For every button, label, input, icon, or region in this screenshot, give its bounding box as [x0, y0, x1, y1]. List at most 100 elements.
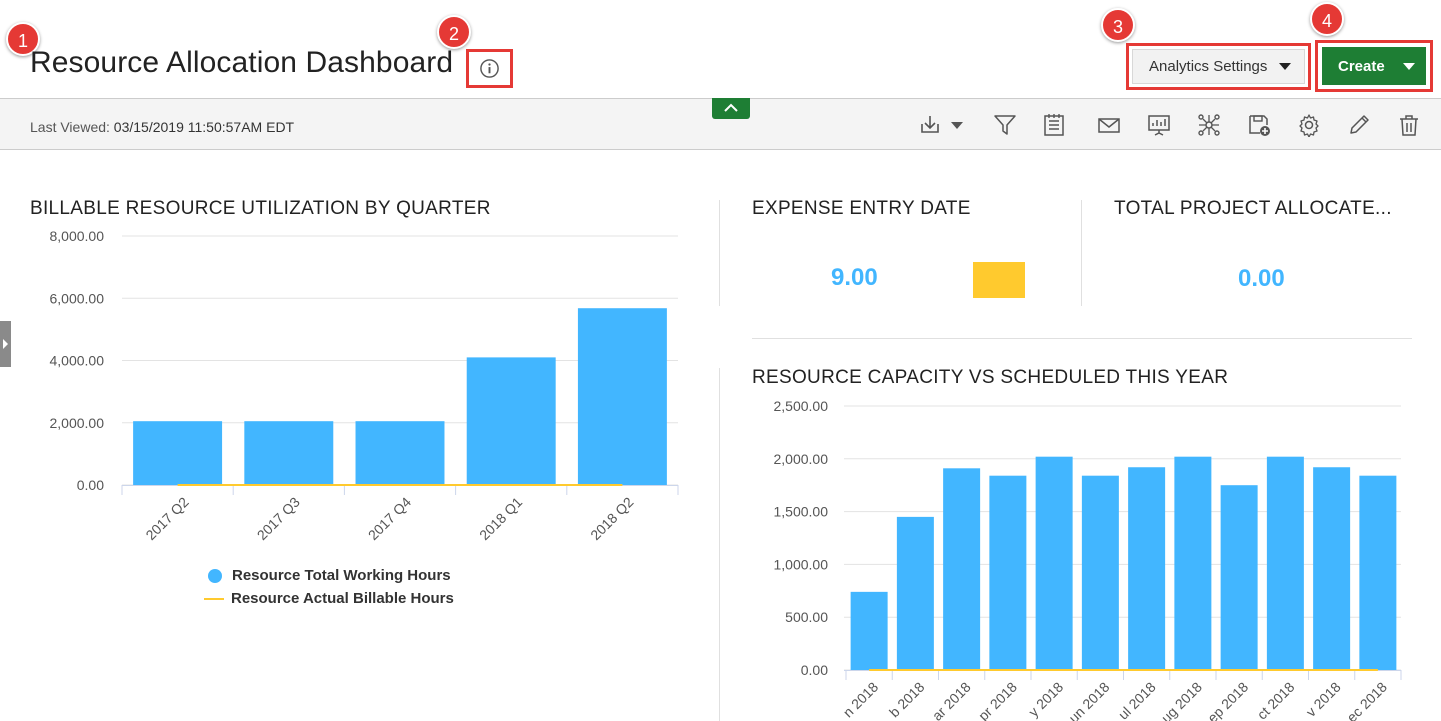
total-project-widget-title: TOTAL PROJECT ALLOCATE... [1114, 198, 1392, 219]
y-tick-label: 0.00 [77, 477, 104, 493]
x-tick-label: n 2018 [840, 679, 882, 721]
y-tick-label: 2,000.00 [774, 451, 829, 467]
email-icon [1098, 118, 1120, 133]
dashboard-toolbar: Last Viewed: 03/15/2019 11:50:57AM EDT [0, 98, 1441, 150]
chart-bar[interactable] [1128, 467, 1166, 670]
x-tick-label: ec 2018 [1343, 679, 1390, 721]
x-tick-label: 2018 Q2 [587, 494, 636, 543]
billable-chart-svg: 8,000.00 6,000.00 4,000.00 2,000.00 0.00 2017… [50, 228, 679, 543]
chart-bar[interactable] [1266, 456, 1304, 670]
x-tick-label: ct 2018 [1254, 679, 1298, 721]
chevron-down-icon [1402, 62, 1415, 70]
last-viewed: Last Viewed: 03/15/2019 11:50:57AM EDT [30, 119, 294, 135]
filter-button[interactable] [993, 113, 1017, 137]
create-highlight: Create [1315, 40, 1433, 92]
y-tick-label: 1,000.00 [774, 556, 829, 572]
chart-bar[interactable] [466, 357, 556, 485]
capacity-chart-svg: 2,500.00 2,000.00 1,500.00 1,000.00 500.00 0.… [774, 398, 1402, 721]
save-as-button[interactable] [1247, 113, 1271, 137]
trash-icon [1400, 115, 1418, 136]
chart-bar[interactable] [355, 421, 445, 485]
capacity-chart: 2,500.00 2,000.00 1,500.00 1,000.00 500.00 0.… [720, 393, 1441, 721]
notes-icon [1044, 114, 1064, 136]
collapse-header-button[interactable] [712, 98, 750, 119]
legend-item-working-hours[interactable]: Resource Total Working Hours [204, 564, 454, 587]
chart-bar[interactable] [577, 308, 667, 485]
presentation-icon [1148, 115, 1170, 136]
info-highlight [466, 49, 513, 88]
billable-chart: 8,000.00 6,000.00 4,000.00 2,000.00 0.00 2017… [0, 225, 700, 565]
expense-kpi-indicator [973, 262, 1025, 298]
x-tick-label: 2017 Q2 [142, 494, 191, 543]
x-tick-label: ul 2018 [1115, 679, 1159, 721]
x-tick-label: pr 2018 [975, 679, 1020, 721]
x-tick-label: 2017 Q4 [365, 494, 414, 543]
x-tick-label: ep 2018 [1204, 679, 1251, 721]
email-button[interactable] [1097, 113, 1121, 137]
chart-bar[interactable] [1220, 485, 1258, 670]
network-button[interactable] [1197, 113, 1221, 137]
chevron-up-icon [724, 103, 738, 112]
chart-bar[interactable] [1313, 467, 1351, 670]
analytics-settings-label: Analytics Settings [1149, 58, 1268, 75]
x-tick-label: ug 2018 [1158, 679, 1205, 721]
x-tick-label: un 2018 [1065, 679, 1112, 721]
last-viewed-label: Last Viewed: [30, 119, 110, 135]
y-tick-label: 8,000.00 [50, 228, 105, 244]
chart-bar[interactable] [1081, 475, 1119, 670]
chevron-down-icon [951, 122, 963, 129]
notes-button[interactable] [1042, 113, 1066, 137]
y-tick-label: 500.00 [785, 609, 828, 625]
chart-bar[interactable] [850, 591, 888, 670]
info-icon[interactable] [479, 58, 500, 79]
analytics-settings-button[interactable]: Analytics Settings [1132, 49, 1305, 84]
chart-bar[interactable] [989, 475, 1027, 670]
chart-bar[interactable] [1035, 456, 1073, 670]
chart-bar[interactable] [896, 516, 934, 670]
page-title: Resource Allocation Dashboard [30, 46, 454, 79]
callout-badge-2: 2 [437, 15, 471, 49]
gear-icon [1299, 114, 1319, 138]
network-icon [1198, 114, 1220, 136]
filter-icon [994, 115, 1016, 135]
delete-button[interactable] [1397, 113, 1421, 137]
x-tick-label: ar 2018 [929, 679, 974, 721]
settings-button[interactable] [1297, 113, 1321, 138]
expense-widget-title: EXPENSE ENTRY DATE [752, 198, 971, 219]
y-tick-label: 2,000.00 [50, 415, 105, 431]
chart-bar[interactable] [133, 421, 223, 485]
y-tick-label: 1,500.00 [774, 504, 829, 520]
chart-bar[interactable] [1359, 475, 1397, 670]
x-tick-label: v 2018 [1303, 679, 1344, 720]
x-tick-label: b 2018 [886, 679, 928, 721]
callout-badge-4: 4 [1310, 2, 1344, 36]
legend-dot [208, 568, 222, 583]
download-icon [921, 116, 939, 133]
download-button[interactable] [918, 113, 966, 137]
chart-bar[interactable] [1174, 456, 1212, 670]
capacity-widget-title: RESOURCE CAPACITY VS SCHEDULED THIS YEAR [752, 367, 1229, 388]
divider [1081, 200, 1082, 306]
chart-bar[interactable] [244, 421, 334, 485]
x-tick-label: y 2018 [1025, 679, 1066, 720]
analytics-highlight: Analytics Settings [1126, 43, 1311, 90]
divider [719, 200, 720, 306]
x-tick-label: 2017 Q3 [254, 494, 303, 543]
total-project-kpi-value[interactable]: 0.00 [1238, 265, 1285, 293]
legend-label-working-hours: Resource Total Working Hours [232, 567, 451, 584]
last-viewed-value: 03/15/2019 11:50:57AM EDT [113, 119, 295, 135]
chevron-down-icon [1279, 63, 1292, 70]
callout-badge-3: 3 [1101, 8, 1135, 42]
presentation-button[interactable] [1147, 113, 1171, 137]
expense-kpi-value[interactable]: 9.00 [831, 264, 878, 292]
edit-button[interactable] [1347, 113, 1371, 137]
pencil-icon [1350, 115, 1369, 134]
y-tick-label: 2,500.00 [774, 398, 829, 414]
y-tick-label: 4,000.00 [50, 353, 105, 369]
y-tick-label: 6,000.00 [50, 290, 105, 306]
legend-label-billable-hours: Resource Actual Billable Hours [231, 590, 454, 607]
chart-bar[interactable] [943, 468, 981, 670]
create-button[interactable]: Create [1322, 47, 1426, 85]
legend-item-billable-hours[interactable]: Resource Actual Billable Hours [204, 587, 454, 610]
x-tick-label: 2018 Q1 [476, 494, 525, 543]
